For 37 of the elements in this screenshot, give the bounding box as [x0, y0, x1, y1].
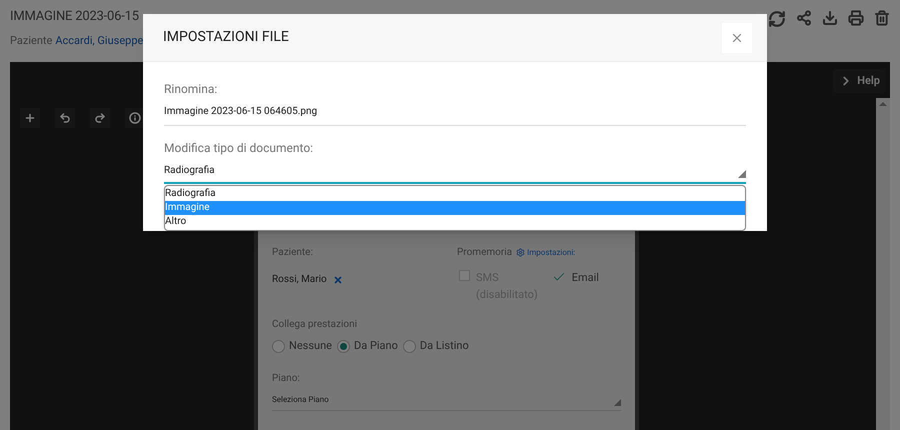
reminder-label: Promemoria [457, 246, 512, 260]
undo-icon[interactable] [55, 108, 75, 128]
patient-label: Paziente [10, 33, 52, 49]
checkbox-label: Email [572, 270, 599, 286]
share-icon[interactable] [796, 10, 812, 26]
type-label: Modifica tipo di documento: [164, 140, 314, 157]
radio-label: Da Piano [354, 338, 398, 354]
trash-icon[interactable] [874, 10, 890, 26]
help-button[interactable]: Help [833, 69, 886, 93]
dropdown-option[interactable]: Radiografia [165, 187, 745, 201]
dropdown-option[interactable]: Altro [165, 215, 745, 229]
radio-button[interactable] [337, 340, 350, 353]
radio-label: Nessune [289, 338, 332, 354]
rename-label: Rinomina: [164, 81, 218, 98]
link-label: Collega prestazioni [272, 318, 358, 332]
refresh-icon[interactable] [768, 10, 786, 28]
download-icon[interactable] [822, 10, 838, 26]
patient-link[interactable]: Accardi, Giuseppe [55, 33, 144, 50]
radio-button[interactable] [402, 340, 416, 353]
print-icon[interactable] [848, 10, 864, 26]
dropdown-option[interactable]: Immagine [165, 201, 745, 215]
plan-select[interactable]: Seleziona Piano [272, 394, 621, 410]
patient-label: Paziente: [272, 246, 314, 260]
rename-field[interactable]: Immagine 2023-06-15 064605.png [164, 104, 746, 126]
radio-label: Da Listino [420, 338, 469, 354]
page-title: IMMAGINE 2023-06-15 [10, 8, 140, 26]
remove-icon[interactable] [332, 274, 343, 284]
close-button[interactable] [722, 22, 752, 52]
radio-button[interactable] [272, 340, 285, 353]
add-icon[interactable] [20, 108, 40, 128]
settings-link[interactable]: Impostazioni: [527, 246, 576, 258]
plan-label: Piano: [272, 372, 301, 386]
redo-icon[interactable] [90, 108, 110, 128]
gear-icon [516, 248, 526, 257]
info-icon[interactable] [125, 108, 145, 128]
patient-name: Rossi, Mario [272, 273, 327, 287]
dialog-title: IMPOSTAZIONI FILE [163, 28, 289, 47]
